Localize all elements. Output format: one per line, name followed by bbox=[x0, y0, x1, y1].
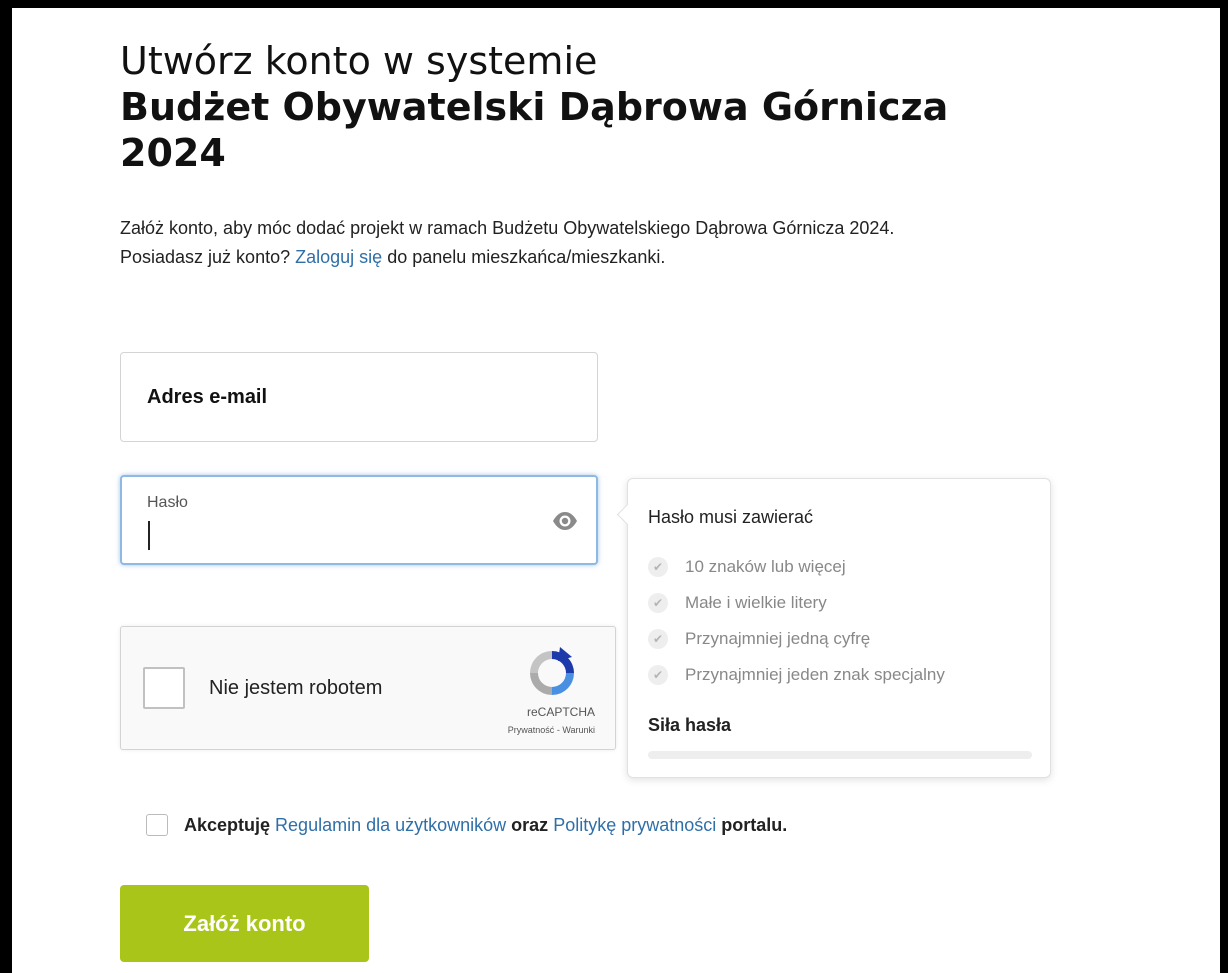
text-caret bbox=[148, 521, 150, 550]
popover-arrow bbox=[616, 503, 639, 526]
password-requirements-title: Hasło musi zawierać bbox=[648, 507, 814, 527]
terms-text-post: portalu. bbox=[721, 814, 788, 835]
requirement-text: Przynajmniej jeden znak specjalny bbox=[685, 665, 945, 684]
privacy-policy-link[interactable]: Politykę prywatności bbox=[553, 815, 716, 836]
intro-line1: Załóż konto, aby móc dodać projekt w ram… bbox=[120, 218, 895, 238]
recaptcha-checkbox[interactable] bbox=[143, 667, 185, 709]
requirement-item: ✔ 10 znaków lub więcej bbox=[648, 549, 945, 585]
page-title-line2: Budżet Obywatelski Dąbrowa Górnicza bbox=[120, 85, 949, 129]
password-requirements-list: ✔ 10 znaków lub więcej ✔ Małe i wielkie li… bbox=[648, 549, 945, 693]
check-icon: ✔ bbox=[648, 593, 668, 613]
password-strength-label: Siła hasła bbox=[648, 715, 732, 735]
recaptcha-privacy-link[interactable]: Prywatność bbox=[508, 725, 555, 735]
requirement-item: ✔ Małe i wielkie litery bbox=[648, 585, 945, 621]
recaptcha-logo-icon bbox=[530, 647, 574, 695]
recaptcha-brand: reCAPTCHA bbox=[526, 705, 595, 719]
registration-page: Utwórz konto w systemie Budżet Obywatels… bbox=[12, 8, 1220, 973]
terms-text-pre: Akceptuję bbox=[184, 814, 271, 835]
login-link[interactable]: Zaloguj się bbox=[295, 247, 382, 267]
check-icon: ✔ bbox=[648, 629, 668, 649]
requirement-item: ✔ Przynajmniej jeden znak specjalny bbox=[648, 657, 945, 693]
intro-question: Posiadasz już konto? bbox=[120, 247, 291, 267]
requirement-text: Przynajmniej jedną cyfrę bbox=[685, 629, 871, 648]
intro-line2: Posiadasz już konto? Zaloguj się do pane… bbox=[120, 243, 1140, 272]
terms-checkbox[interactable] bbox=[146, 814, 168, 836]
page-title: Utwórz konto w systemie Budżet Obywatels… bbox=[120, 38, 948, 176]
requirement-text: Małe i wielkie litery bbox=[685, 593, 827, 612]
terms-text-mid: oraz bbox=[511, 814, 549, 835]
check-icon: ✔ bbox=[648, 665, 668, 685]
intro-text: Załóż konto, aby móc dodać projekt w ram… bbox=[120, 214, 1140, 272]
requirement-text: 10 znaków lub więcej bbox=[685, 557, 846, 576]
recaptcha-terms-link[interactable]: Warunki bbox=[562, 725, 595, 735]
recaptcha-links: Prywatność - Warunki bbox=[508, 725, 595, 735]
password-strength-bar bbox=[648, 751, 1032, 759]
create-account-button[interactable]: Załóż konto bbox=[120, 885, 369, 962]
email-field[interactable]: Adres e-mail bbox=[120, 352, 598, 442]
recaptcha-label: Nie jestem robotem bbox=[209, 677, 383, 699]
password-field[interactable]: Hasło bbox=[120, 475, 598, 565]
page-title-line1: Utwórz konto w systemie bbox=[120, 39, 598, 83]
requirement-item: ✔ Przynajmniej jedną cyfrę bbox=[648, 621, 945, 657]
recaptcha-widget: Nie jestem robotem reCAPTCHA Prywatność … bbox=[120, 626, 616, 750]
password-label: Hasło bbox=[147, 494, 188, 511]
regulations-link[interactable]: Regulamin dla użytkowników bbox=[275, 815, 506, 836]
page-title-line3: 2024 bbox=[120, 131, 226, 175]
terms-consent: Akceptuję Regulamin dla użytkowników ora… bbox=[146, 814, 787, 836]
email-placeholder: Adres e-mail bbox=[147, 386, 268, 408]
password-requirements-popover: Hasło musi zawierać ✔ 10 znaków lub więce… bbox=[616, 478, 1051, 778]
check-icon: ✔ bbox=[648, 557, 668, 577]
show-password-eye-icon[interactable] bbox=[552, 511, 578, 531]
intro-panel-text: do panelu mieszkańca/mieszkanki. bbox=[387, 247, 666, 267]
